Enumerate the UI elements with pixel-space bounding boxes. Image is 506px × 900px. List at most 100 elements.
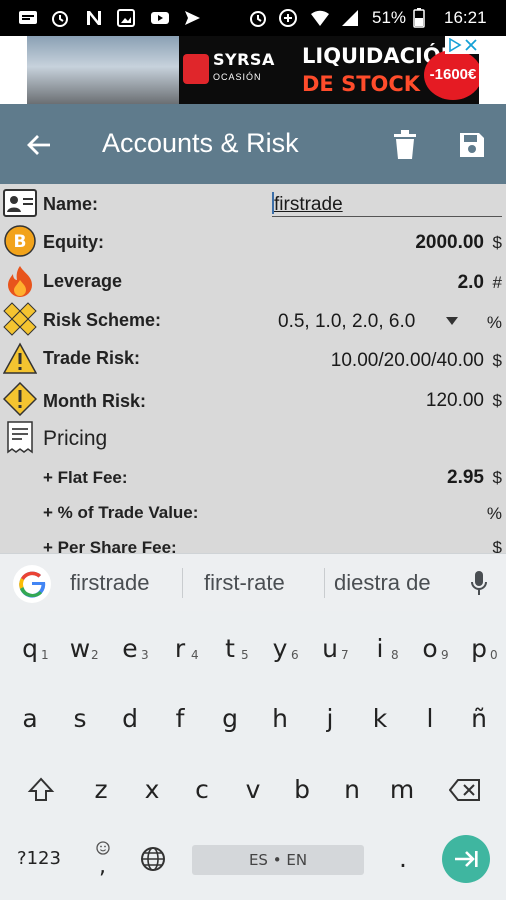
key-n-tilde[interactable]: ñ	[454, 691, 504, 747]
key-k[interactable]: k	[355, 691, 405, 747]
key-p[interactable]: p0	[454, 621, 504, 677]
shift-arrow-icon	[27, 777, 55, 801]
key-h[interactable]: h	[255, 691, 305, 747]
key-i[interactable]: i8	[355, 621, 405, 677]
per-share-fee-unit: $	[492, 538, 502, 553]
suggestion-1[interactable]: firstrade	[70, 570, 149, 596]
ad-close-icon[interactable]	[464, 38, 478, 52]
ad-brand: SYRSA	[213, 50, 275, 69]
risk-diamonds-icon	[3, 302, 37, 336]
period-key[interactable]: .	[380, 831, 426, 887]
symbols-key[interactable]: ?123	[8, 831, 70, 887]
enter-key[interactable]	[442, 835, 490, 883]
key-w[interactable]: w2	[55, 621, 105, 677]
flame-icon	[8, 266, 32, 297]
leverage-value[interactable]: 2.0	[458, 272, 484, 294]
key-l[interactable]: l	[405, 691, 455, 747]
key-label: e	[122, 634, 138, 663]
key-a[interactable]: a	[5, 691, 55, 747]
key-label: y	[272, 634, 288, 663]
suggestion-3[interactable]: diestra de	[334, 570, 431, 596]
key-f[interactable]: f	[155, 691, 205, 747]
key-g[interactable]: g	[205, 691, 255, 747]
key-o[interactable]: o9	[405, 621, 455, 677]
pct-trade-value-label: + % of Trade Value:	[43, 503, 199, 522]
space-key[interactable]: ES • EN	[192, 845, 364, 875]
send-icon	[185, 11, 200, 25]
trash-icon[interactable]	[393, 130, 417, 160]
comma-glyph: ,	[99, 854, 106, 879]
key-label: w	[69, 634, 91, 663]
key-d[interactable]: d	[105, 691, 155, 747]
app-toolbar: Accounts & Risk	[0, 104, 506, 184]
ad-price-badge: -1600€	[424, 50, 479, 100]
key-v[interactable]: v	[228, 762, 278, 818]
name-input-text: firstrade	[274, 194, 343, 215]
ad-choices[interactable]	[445, 36, 479, 54]
shift-key[interactable]	[16, 762, 66, 818]
name-input[interactable]: firstrade	[272, 192, 502, 217]
key-r[interactable]: r4	[155, 621, 205, 677]
key-hint: 4	[191, 648, 199, 662]
flat-fee-value[interactable]: 2.95	[447, 467, 484, 489]
key-z[interactable]: z	[76, 762, 126, 818]
ad-banner[interactable]: SYRSA OCASIÓN LIQUIDACIÓN DE STOCK -1600…	[0, 36, 506, 104]
risk-scheme-unit: %	[486, 313, 502, 332]
warning-triangle-icon	[3, 342, 37, 374]
trade-risk-label: Trade Risk:	[43, 348, 141, 368]
language-key[interactable]	[128, 831, 178, 887]
dropdown-arrow-icon[interactable]	[446, 317, 458, 325]
equity-label: Equity:	[43, 232, 104, 252]
key-u[interactable]: u7	[305, 621, 355, 677]
floppy-disk-icon[interactable]	[458, 131, 486, 159]
key-hint: 6	[291, 648, 299, 662]
google-icon[interactable]	[12, 564, 52, 604]
suggestion-2[interactable]: first-rate	[204, 570, 285, 596]
risk-scheme-select[interactable]: 0.5, 1.0, 2.0, 6.0	[278, 311, 415, 333]
pricing-heading: Pricing	[43, 427, 108, 450]
key-n[interactable]: n	[327, 762, 377, 818]
status-bar: 51% 16:21	[0, 0, 506, 36]
equity-unit: $	[492, 233, 502, 252]
per-share-fee-label: + Per Share Fee:	[43, 538, 177, 553]
key-s[interactable]: s	[55, 691, 105, 747]
ad-car-image	[27, 36, 179, 104]
key-x[interactable]: x	[127, 762, 177, 818]
key-label: i	[376, 634, 384, 663]
key-c[interactable]: c	[177, 762, 227, 818]
month-risk-value[interactable]: 120.00	[426, 390, 484, 412]
key-t[interactable]: t5	[205, 621, 255, 677]
backspace-key[interactable]	[440, 762, 490, 818]
trade-risk-unit: $	[492, 351, 502, 370]
trade-risk-value[interactable]: 10.00/20.00/40.00	[331, 350, 484, 372]
key-e[interactable]: e3	[105, 621, 155, 677]
microphone-icon[interactable]	[470, 570, 488, 596]
battery-icon	[413, 8, 425, 28]
emoji-comma-key[interactable]: ,	[80, 831, 126, 887]
leverage-label: Leverage	[43, 271, 123, 291]
key-label: r	[174, 634, 186, 663]
clock: 16:21	[444, 8, 487, 27]
ad-creative[interactable]: SYRSA OCASIÓN LIQUIDACIÓN DE STOCK -1600…	[27, 36, 479, 104]
flat-fee-unit: $	[492, 468, 502, 487]
key-y[interactable]: y6	[255, 621, 305, 677]
arrow-left-icon[interactable]	[26, 132, 52, 158]
key-hint: 8	[391, 648, 399, 662]
flat-fee-label: + Flat Fee:	[43, 468, 128, 487]
key-label: t	[225, 634, 235, 663]
risk-scheme-label: Risk Scheme:	[43, 310, 162, 330]
key-label: u	[322, 634, 338, 663]
key-hint: 1	[41, 648, 49, 662]
contact-card-icon	[3, 189, 37, 217]
equity-value[interactable]: 2000.00	[415, 232, 484, 254]
pct-trade-value-unit: %	[486, 504, 502, 523]
soft-keyboard: q1 w2 e3 r4 t5 y6 u7 i8 o9 p0 a s d f g …	[0, 611, 506, 900]
key-b[interactable]: b	[277, 762, 327, 818]
data-saver-icon	[279, 9, 297, 27]
key-j[interactable]: j	[305, 691, 355, 747]
key-m[interactable]: m	[377, 762, 427, 818]
key-label: o	[422, 634, 438, 663]
ad-choices-icon[interactable]	[448, 38, 462, 52]
backspace-icon	[448, 779, 480, 801]
key-q[interactable]: q1	[5, 621, 55, 677]
